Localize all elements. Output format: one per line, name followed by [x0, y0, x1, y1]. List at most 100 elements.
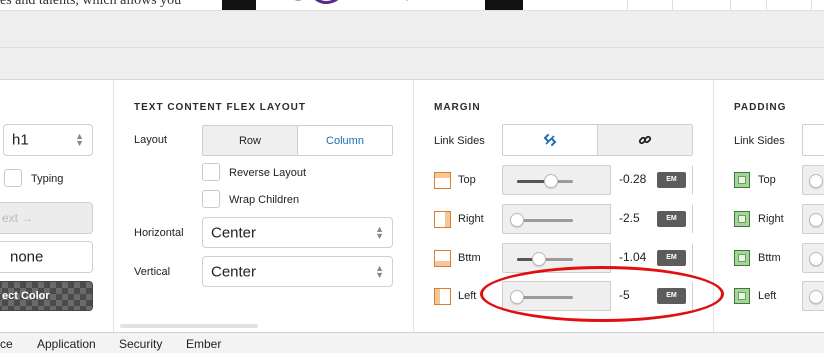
- text-button-label: ext →: [2, 211, 34, 225]
- slider-knob[interactable]: [809, 213, 823, 227]
- preview-image-block: [485, 0, 523, 10]
- padding-side-label: Top: [758, 174, 776, 186]
- preview-script-logo: [290, 0, 420, 10]
- margin-row-control: -0.28 EM: [502, 165, 693, 195]
- updown-icon: ▲ ▼: [375, 262, 384, 280]
- padding-side-label: Bttm: [758, 252, 781, 264]
- vertical-label: Vertical: [134, 266, 171, 278]
- unit-button[interactable]: EM: [657, 288, 686, 304]
- none-select[interactable]: none: [0, 241, 93, 273]
- unlink-icon[interactable]: [503, 125, 597, 155]
- text-button[interactable]: ext →: [0, 202, 93, 234]
- padding-side-icon: [734, 250, 750, 266]
- divider: [413, 80, 414, 332]
- margin-row-control: -1.04 EM: [502, 243, 693, 273]
- margin-side-label: Right: [458, 213, 484, 225]
- tab-ember[interactable]: Ember: [186, 337, 221, 351]
- padding-row-control: [802, 281, 824, 311]
- grid-line: [730, 0, 731, 10]
- unit-button[interactable]: EM: [657, 172, 686, 188]
- margin-slider[interactable]: [517, 174, 573, 188]
- horizontal-value: Center: [211, 224, 257, 241]
- tab-application[interactable]: Application: [37, 337, 96, 351]
- horizontal-label: Horizontal: [134, 227, 184, 239]
- margin-value-input[interactable]: -1.04 EM: [610, 243, 692, 273]
- tag-select[interactable]: h1 ▲ ▼: [3, 124, 93, 156]
- horizontal-scrollbar[interactable]: [120, 324, 258, 328]
- link-icon[interactable]: [597, 125, 692, 155]
- layout-toggle: Row Column: [202, 125, 393, 156]
- margin-value-text: -5: [619, 288, 630, 302]
- slider-knob[interactable]: [510, 213, 524, 227]
- grid-line: [811, 0, 812, 10]
- padding-link-toggle[interactable]: [802, 124, 824, 156]
- row-option[interactable]: Row: [203, 126, 297, 155]
- slider-knob[interactable]: [809, 252, 823, 266]
- margin-side-label: Left: [458, 290, 477, 302]
- preview-image-block: [222, 0, 256, 10]
- wrap-children-checkbox[interactable]: [202, 190, 220, 208]
- margin-header: MARGIN: [434, 102, 481, 113]
- grid-line: [766, 0, 767, 10]
- slider-knob[interactable]: [510, 290, 524, 304]
- margin-side-label: Bttm: [458, 252, 481, 264]
- vertical-select[interactable]: Center ▲ ▼: [202, 256, 393, 287]
- margin-value-input[interactable]: -0.28 EM: [610, 165, 692, 195]
- toolbar-band: [0, 10, 824, 80]
- reverse-layout-checkbox[interactable]: [202, 163, 220, 181]
- padding-side-label: Left: [758, 290, 777, 302]
- slider-knob[interactable]: [809, 290, 823, 304]
- style-panel: h1 ▲ ▼ Typing ext → none ect Color TEXT C…: [0, 80, 824, 332]
- margin-slider[interactable]: [517, 252, 573, 266]
- layout-label: Layout: [134, 134, 168, 146]
- grid-line: [627, 0, 628, 10]
- padding-side-label: Right: [758, 213, 784, 225]
- typing-checkbox[interactable]: [4, 169, 22, 187]
- select-color-button[interactable]: ect Color: [0, 281, 93, 311]
- flex-layout-header: TEXT CONTENT FLEX LAYOUT: [134, 102, 306, 113]
- typing-label: Typing: [31, 173, 64, 185]
- horizontal-select[interactable]: Center ▲ ▼: [202, 217, 393, 248]
- margin-side-icon: [434, 211, 451, 228]
- divider: [113, 80, 114, 332]
- select-color-label: ect Color: [2, 290, 50, 302]
- padding-row-control: [802, 165, 824, 195]
- padding-side-icon: [734, 288, 750, 304]
- page-preview-strip: es and talents, which allows you: [0, 0, 824, 10]
- margin-value-text: -2.5: [619, 211, 640, 225]
- margin-slider[interactable]: [510, 213, 573, 227]
- vertical-value: Center: [211, 263, 257, 280]
- grid-line: [672, 0, 673, 10]
- padding-row-control: [802, 243, 824, 273]
- padding-side-icon: [734, 211, 750, 227]
- margin-link-toggle: [502, 124, 693, 156]
- tab-console[interactable]: ce: [0, 337, 13, 351]
- margin-row-control: -5 EM: [502, 281, 693, 311]
- margin-value-text: -1.04: [619, 250, 647, 264]
- updown-icon: ▲ ▼: [375, 223, 384, 241]
- padding-header: PADDING: [734, 102, 787, 113]
- padding-row-control: [802, 204, 824, 234]
- slider-knob[interactable]: [809, 174, 823, 188]
- tab-security[interactable]: Security: [119, 337, 162, 351]
- wrap-children-label: Wrap Children: [229, 194, 300, 206]
- padding-link-sides-label: Link Sides: [734, 135, 785, 147]
- column-option[interactable]: Column: [297, 126, 392, 155]
- slider-knob[interactable]: [532, 252, 547, 266]
- margin-row-control: -2.5 EM: [502, 204, 693, 234]
- divider: [713, 80, 714, 332]
- margin-slider[interactable]: [510, 290, 573, 304]
- devtools-tabs: ce Application Security Ember: [0, 332, 824, 353]
- margin-value-input[interactable]: -5 EM: [610, 281, 692, 311]
- updown-icon: ▲ ▼: [75, 131, 84, 148]
- tag-select-value: h1: [12, 131, 29, 149]
- margin-value-text: -0.28: [619, 172, 647, 186]
- unit-button[interactable]: EM: [657, 211, 686, 227]
- reverse-layout-label: Reverse Layout: [229, 167, 307, 179]
- none-select-value: none: [10, 248, 44, 266]
- margin-value-input[interactable]: -2.5 EM: [610, 204, 692, 234]
- slider-knob[interactable]: [543, 174, 558, 188]
- margin-side-icon: [434, 250, 451, 267]
- editor-screenshot: es and talents, which allows you h1 ▲ ▼ T…: [0, 0, 824, 353]
- unit-button[interactable]: EM: [657, 250, 686, 266]
